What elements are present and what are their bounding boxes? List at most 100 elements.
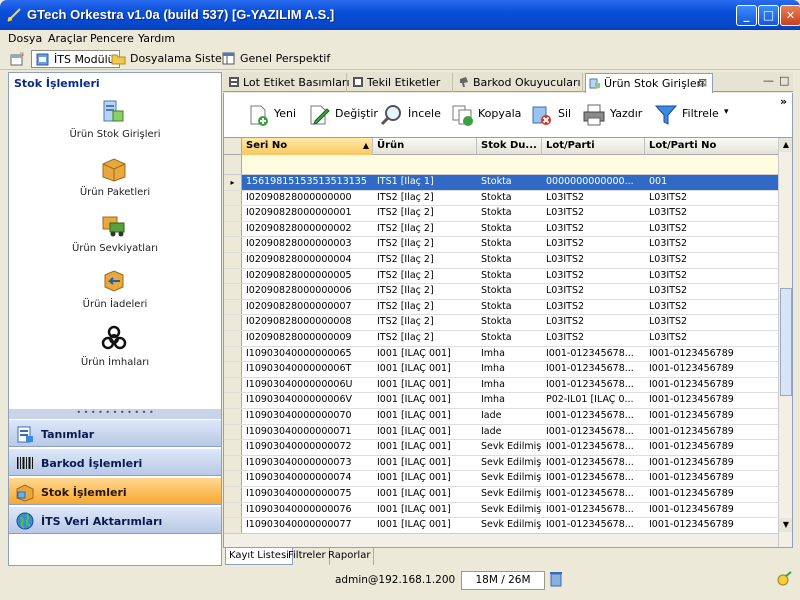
row-indicator[interactable] [224,237,242,252]
table-row[interactable]: I02090828000000008 ITS2 [İlaç 2] Stokta L03… [224,315,780,331]
table-row[interactable]: I1090304000000006V I001 [İLAÇ 001] İmha P02… [224,393,780,409]
table-row[interactable]: I02090828000000001 ITS2 [İlaç 2] Stokta L03… [224,206,780,222]
row-indicator[interactable] [224,362,242,377]
accordion-barkod-islemleri[interactable]: Barkod İşlemleri [9,448,221,476]
row-indicator[interactable] [224,424,242,440]
column-lot-parti-no[interactable]: Lot/Parti No [645,138,780,155]
row-indicator[interactable] [224,518,242,533]
table-row[interactable]: I02090828000000002 ITS2 [İlaç 2] Stokta L03… [224,221,780,238]
table-row[interactable]: I10903040000000070 I001 [İLAÇ 001] İade I00… [224,409,780,425]
splitter-grip[interactable]: • • • • • • • • • • • [9,409,221,419]
table-row[interactable]: I10903040000000065 I001 [İLAÇ 001] İmha I00… [224,346,780,363]
notification-icon[interactable] [776,571,792,587]
scroll-up-icon[interactable]: ▲ [779,138,792,152]
maximize-view-icon[interactable]: □ [779,74,789,87]
menu-yardim[interactable]: Yardım [138,32,175,45]
tab-barkod-okuyuculari[interactable]: Barkod Okuyucuları [455,73,583,92]
row-indicator[interactable] [224,284,242,299]
column-seri-no[interactable]: Seri No ▲ [242,138,373,155]
row-indicator[interactable] [224,253,242,268]
row-indicator[interactable] [224,206,242,221]
horizontal-scrollbar[interactable] [224,533,780,547]
row-indicator[interactable] [224,346,242,362]
column-urun[interactable]: Ürün [373,138,477,155]
maximize-button[interactable]: □ [758,5,779,26]
menu-araclar[interactable]: Araçlar [48,32,87,45]
nav-urun-imhalari[interactable]: Ürün İmhaları [9,323,221,381]
tab-lot-etiket-basimlari[interactable]: Lot Etiket Basımları [225,73,350,92]
table-row[interactable]: I1090304000000006T I001 [İLAÇ 001] İmha I00… [224,362,780,378]
row-indicator[interactable] [224,502,242,518]
table-row[interactable]: I10903040000000072 I001 [İLAÇ 001] Sevk Ed… [224,440,780,456]
table-row[interactable]: I02090828000000004 ITS2 [İlaç 2] Stokta L03… [224,253,780,269]
row-indicator[interactable] [224,487,242,502]
table-row[interactable]: I10903040000000074 I001 [İLAÇ 001] Sevk Ed… [224,471,780,487]
accordion-its-veri-aktarimlari[interactable]: İTS Veri Aktarımları [9,506,221,534]
row-indicator[interactable] [224,268,242,284]
row-indicator[interactable] [224,440,242,455]
scroll-down-icon[interactable]: ▼ [779,518,792,532]
table-row[interactable]: I10903040000000075 I001 [İLAÇ 001] Sevk Ed… [224,487,780,503]
row-indicator[interactable] [224,190,242,206]
row-indicator[interactable] [224,393,242,408]
table-row[interactable]: I10903040000000073 I001 [İLAÇ 001] Sevk Ed… [224,455,780,472]
table-row[interactable]: ▸ 15619815153513513135 ITS1 [İlaç 1] Stokta… [224,175,780,191]
filter-button[interactable]: Filtrele [654,103,719,127]
minimize-button[interactable]: _ [736,5,757,26]
delete-button[interactable]: Sil [530,103,571,127]
grid-filter-row[interactable] [224,155,780,175]
menu-pencere[interactable]: Pencere [90,32,134,45]
table-row[interactable]: I02090828000000007 ITS2 [İlaç 2] Stokta L03… [224,299,780,316]
menu-dosya[interactable]: Dosya [8,32,42,45]
row-indicator[interactable] [224,331,242,346]
nav-urun-iadeleri[interactable]: Ürün İadeleri [9,265,221,323]
tab-raporlar[interactable]: Raporlar [325,548,375,565]
table-row[interactable]: I1090304000000006U I001 [İLAÇ 001] İmha I00… [224,377,780,394]
row-indicator[interactable] [224,377,242,393]
row-indicator[interactable] [224,315,242,330]
tab-urun-stok-girisleri[interactable]: Ürün Stok Girişleri ⊠ [585,73,713,93]
table-row[interactable]: I02090828000000006 ITS2 [İlaç 2] Stokta L03… [224,284,780,300]
open-perspective-icon[interactable] [10,52,24,66]
table-row[interactable]: I10903040000000077 I001 [İLAÇ 001] Sevk Ed… [224,518,780,534]
nav-urun-stok-girisleri[interactable]: Ürün Stok Girişleri [9,95,221,155]
table-row[interactable]: I02090828000000009 ITS2 [İlaç 2] Stokta L03… [224,331,780,347]
vertical-scrollbar[interactable]: ▲ ▼ [778,138,792,547]
tab-kayit-listesi[interactable]: Kayıt Listesi [225,548,293,565]
scroll-thumb[interactable] [780,288,792,396]
tab-close-icon[interactable]: ⊠ [698,76,707,89]
close-button[interactable]: ✕ [780,5,800,26]
table-row[interactable]: I02090828000000005 ITS2 [İlaç 2] Stokta L03… [224,268,780,285]
copy-button[interactable]: Kopyala [450,103,521,127]
table-row[interactable]: I10903040000000071 I001 [İLAÇ 001] İade I00… [224,424,780,441]
column-stok-durumu[interactable]: Stok Du... [477,138,542,155]
row-indicator[interactable] [224,455,242,471]
tab-filtreler[interactable]: Filtreler [285,548,330,565]
row-indicator[interactable] [224,221,242,237]
minimize-view-icon[interactable]: — [763,74,774,87]
gc-trash-icon[interactable] [549,571,563,587]
toolbar-overflow-icon[interactable]: » [780,95,787,108]
perspective-its[interactable]: İTS Modülü [31,50,120,68]
accordion-stok-islemleri[interactable]: Stok İşlemleri [9,477,221,505]
row-indicator[interactable]: ▸ [224,175,242,190]
print-button[interactable]: Yazdır [582,103,642,127]
column-lot-parti[interactable]: Lot/Parti [542,138,645,155]
row-indicator[interactable] [224,299,242,315]
cell-stok-durumu: Stokta [481,269,512,281]
row-indicator[interactable] [224,471,242,486]
table-row[interactable]: I02090828000000000 ITS2 [İlaç 2] Stokta L03… [224,190,780,207]
table-row[interactable]: I02090828000000003 ITS2 [İlaç 2] Stokta L03… [224,237,780,253]
table-row[interactable]: I10903040000000076 I001 [İLAÇ 001] Sevk Ed… [224,502,780,519]
perspective-genel[interactable]: Genel Perspektif [218,50,334,68]
nav-urun-paketleri[interactable]: Ürün Paketleri [9,153,221,211]
tab-tekil-etiketler[interactable]: Tekil Etiketler [349,73,453,92]
accordion-tanimlar[interactable]: Tanımlar [9,419,221,447]
new-button[interactable]: Yeni [246,103,296,127]
filter-dropdown-icon[interactable]: ▾ [724,107,729,117]
edit-button[interactable]: Değiştir [307,103,378,127]
nav-urun-sevkiyatlari[interactable]: Ürün Sevkiyatları [9,209,221,267]
row-indicator[interactable] [224,409,242,424]
nav-urun-sevkiyatlari-label: Ürün Sevkiyatları [71,243,159,254]
inspect-button[interactable]: İncele [380,103,441,127]
